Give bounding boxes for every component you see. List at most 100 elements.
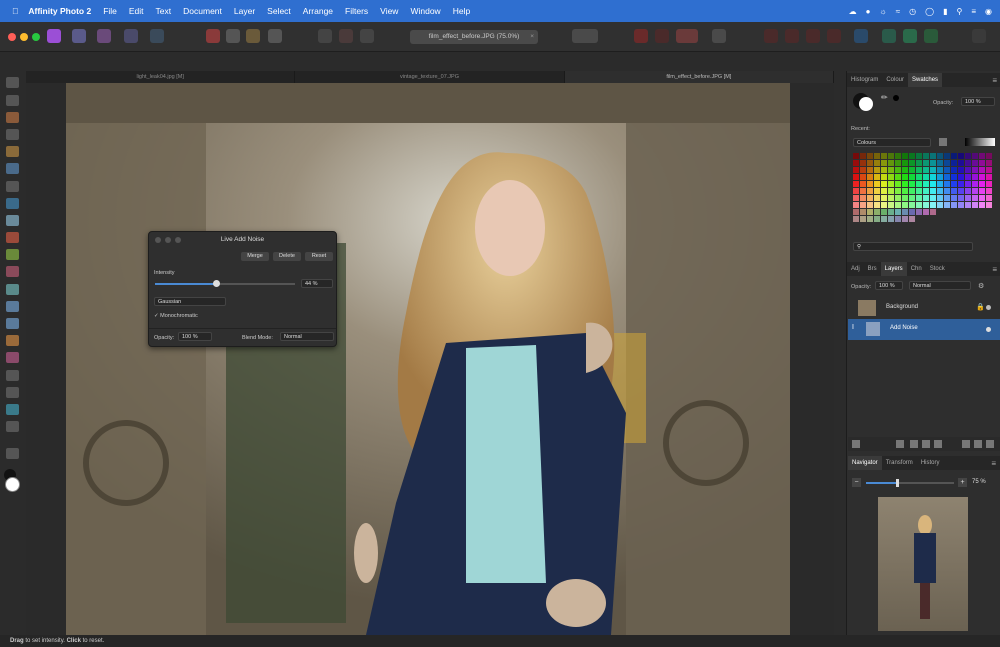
colour-swatch[interactable]: [930, 167, 936, 173]
colour-swatch[interactable]: [888, 160, 894, 166]
colour-swatch[interactable]: [972, 216, 978, 222]
selection-mode-icon[interactable]: [318, 29, 332, 43]
colour-swatch[interactable]: [965, 181, 971, 187]
effects-icon[interactable]: [922, 440, 930, 448]
colour-swatch[interactable]: [860, 188, 866, 194]
colour-swatch[interactable]: [881, 195, 887, 201]
colour-swatch[interactable]: [958, 160, 964, 166]
zoom-out-button[interactable]: −: [852, 478, 861, 487]
mesh-warp-icon[interactable]: [6, 421, 19, 432]
control-center-icon[interactable]: ≡: [971, 7, 976, 16]
colour-swatch[interactable]: [909, 160, 915, 166]
tab-adjustments[interactable]: Adj: [847, 266, 864, 272]
clone-tool-icon[interactable]: [6, 301, 19, 312]
colour-swatch[interactable]: [874, 202, 880, 208]
lock-icon[interactable]: 🔒: [976, 303, 985, 311]
layer-row-background[interactable]: Background 🔒: [848, 298, 1000, 318]
colour-swatch[interactable]: [888, 202, 894, 208]
tab-vintage-texture[interactable]: vintage_texture_07.JPG: [295, 71, 565, 83]
colour-swatch[interactable]: [916, 181, 922, 187]
layer-row-add-noise[interactable]: I Add Noise: [848, 319, 1000, 340]
menu-document[interactable]: Document: [183, 6, 222, 16]
colour-swatch[interactable]: [986, 167, 992, 173]
layer-opacity-field[interactable]: 100 %: [875, 281, 903, 290]
colour-swatch[interactable]: [909, 181, 915, 187]
brightness-icon[interactable]: ☼: [879, 7, 886, 16]
colour-swatch[interactable]: [951, 195, 957, 201]
colour-swatch[interactable]: [853, 202, 859, 208]
colour-swatch[interactable]: [853, 153, 859, 159]
colour-swatch[interactable]: [972, 202, 978, 208]
red-eye-icon[interactable]: [6, 352, 19, 363]
colour-swatch[interactable]: [972, 209, 978, 215]
zoom-tool-icon[interactable]: [6, 448, 19, 459]
pen-tool-icon[interactable]: [6, 370, 19, 381]
colour-swatch[interactable]: [958, 167, 964, 173]
colour-swatch[interactable]: [930, 195, 936, 201]
colour-swatch[interactable]: [951, 202, 957, 208]
colour-swatch[interactable]: [951, 167, 957, 173]
colour-swatch[interactable]: [951, 181, 957, 187]
colour-swatch[interactable]: [860, 195, 866, 201]
colour-swatch[interactable]: [972, 167, 978, 173]
colour-swatch[interactable]: [881, 209, 887, 215]
intensity-value-field[interactable]: 44 %: [301, 279, 333, 288]
mask-layer-icon[interactable]: [896, 440, 904, 448]
dodge-tool-icon[interactable]: [6, 284, 19, 295]
minimize-window-button[interactable]: [20, 33, 28, 41]
colour-swatch[interactable]: [881, 153, 887, 159]
zoom-slider[interactable]: [866, 482, 954, 484]
colour-swatch[interactable]: [916, 153, 922, 159]
colour-swatch[interactable]: [874, 195, 880, 201]
colour-swatch[interactable]: [853, 167, 859, 173]
apple-icon[interactable]: : [12, 6, 18, 16]
history-icon[interactable]: ◯: [925, 7, 934, 16]
colour-swatch[interactable]: [958, 209, 964, 215]
colour-swatch[interactable]: [972, 174, 978, 180]
colour-swatch[interactable]: [895, 174, 901, 180]
colour-swatch[interactable]: [972, 181, 978, 187]
menu-edit[interactable]: Edit: [129, 6, 144, 16]
colour-swatch[interactable]: [979, 181, 985, 187]
develop-persona-icon[interactable]: [97, 29, 111, 43]
menu-window[interactable]: Window: [410, 6, 440, 16]
colour-swatch[interactable]: [930, 181, 936, 187]
colour-swatch[interactable]: [923, 160, 929, 166]
tab-layers[interactable]: Layers: [880, 262, 907, 276]
arrange-backward-icon[interactable]: [785, 29, 799, 43]
colour-swatch[interactable]: [937, 181, 943, 187]
colour-swatch[interactable]: [881, 160, 887, 166]
colour-swatch[interactable]: [979, 160, 985, 166]
colour-swatch[interactable]: [986, 202, 992, 208]
tab-navigator[interactable]: Navigator: [848, 456, 882, 470]
colour-swatch[interactable]: [888, 181, 894, 187]
colour-swatch[interactable]: [986, 160, 992, 166]
view-mode-dropdown[interactable]: [676, 29, 698, 43]
visibility-icon[interactable]: [986, 327, 991, 332]
colour-swatch[interactable]: [888, 167, 894, 173]
colour-swatch[interactable]: [986, 174, 992, 180]
boolean-intersect-icon[interactable]: [924, 29, 938, 43]
colour-swatch[interactable]: [965, 202, 971, 208]
colour-swatch[interactable]: [944, 160, 950, 166]
tab-history[interactable]: History: [917, 460, 944, 466]
colour-swatch[interactable]: [881, 188, 887, 194]
colour-swatch[interactable]: [958, 216, 964, 222]
colour-swatch[interactable]: [916, 167, 922, 173]
colour-swatch[interactable]: [986, 181, 992, 187]
invert-selection-icon[interactable]: [360, 29, 374, 43]
colour-swatch[interactable]: [937, 195, 943, 201]
reset-button[interactable]: Reset: [305, 252, 333, 261]
colour-swatch[interactable]: [986, 188, 992, 194]
colour-swatch[interactable]: [874, 188, 880, 194]
selection-brush-icon[interactable]: [6, 146, 19, 157]
colour-swatch[interactable]: [895, 153, 901, 159]
colour-swatch[interactable]: [944, 174, 950, 180]
colour-swatch[interactable]: [916, 216, 922, 222]
tab-histogram[interactable]: Histogram: [847, 77, 882, 83]
auto-contrast-icon[interactable]: [226, 29, 240, 43]
colour-swatch[interactable]: [937, 216, 943, 222]
colour-swatch[interactable]: [951, 153, 957, 159]
colour-swatch[interactable]: [874, 216, 880, 222]
wifi-icon[interactable]: ≈: [896, 7, 900, 16]
